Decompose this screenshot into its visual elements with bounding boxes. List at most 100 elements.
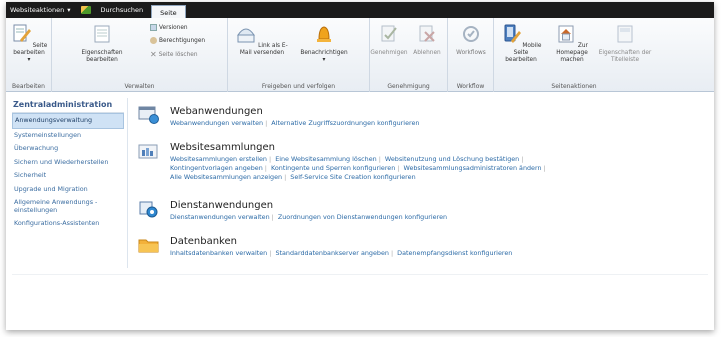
link-manage-service-applications[interactable]: Dienstanwendungen verwalten	[170, 213, 270, 221]
link-delete-site-collection[interactable]: Eine Websitesammlung löschen	[275, 155, 377, 163]
link-configure-quotas-locks[interactable]: Kontingente und Sperren konfigurieren	[271, 164, 395, 172]
separator: |	[265, 119, 268, 127]
title-bar-properties-label: Eigenschaften der Titelleiste	[598, 50, 652, 63]
properties-label: Eigenschaften bearbeiten	[81, 50, 123, 63]
versions-button[interactable]: Versionen	[150, 24, 188, 31]
sidebar-heading[interactable]: Zentraladministration	[12, 98, 124, 113]
section-title: Dienstanwendungen	[170, 200, 274, 211]
separator: |	[390, 249, 394, 257]
link-specify-default-db-server[interactable]: Standarddatenbankserver angeben	[275, 249, 389, 257]
reject-button[interactable]: Ablehnen	[408, 23, 446, 57]
sidebar-item-system-settings[interactable]: Systemeinstellungen	[12, 129, 124, 143]
workflows-button[interactable]: Workflows	[449, 23, 493, 57]
browser-page: Websiteaktionen ▾ Durchsuchen Seite Seit…	[6, 2, 714, 330]
link-manage-content-databases[interactable]: Inhaltsdatenbanken verwalten	[170, 249, 267, 257]
mobile-page-button[interactable]: Mobile Seite bearbeiten	[498, 23, 544, 64]
versions-icon	[150, 24, 157, 31]
separator: |	[271, 213, 274, 221]
service-application-icon	[139, 201, 158, 218]
tab-browse[interactable]: Durchsuchen	[95, 6, 152, 18]
section-title: Websitesammlungen	[170, 142, 275, 153]
group-manage: Eigenschaften bearbeiten Versionen Berec…	[52, 18, 228, 92]
tab-page[interactable]: Seite	[151, 5, 186, 18]
email-link-button[interactable]: Link als E-Mail versenden	[232, 23, 292, 57]
web-application-icon	[138, 106, 159, 124]
ribbon: Seite bearbeiten ▾ Bearbeiten Eigenschaf…	[6, 18, 714, 92]
separator: |	[269, 249, 272, 257]
group-approval: Genehmigen Ablehnen Genehmigung	[370, 18, 448, 92]
mobile-page-label: Mobile Seite bearbeiten	[505, 43, 542, 63]
link-configure-data-retrieval[interactable]: Datenempfangsdienst konfigurieren	[397, 249, 512, 257]
alerts-button[interactable]: Benachrichtigen ▾	[294, 23, 354, 64]
quick-launch: Zentraladministration Anwendungsverwaltu…	[12, 98, 128, 268]
section-links: Dienstanwendungen verwalten | Zuordnungen…	[170, 213, 690, 222]
section-title: Datenbanken	[170, 236, 237, 247]
navigate-up-icon[interactable]	[80, 6, 91, 14]
link-specify-quota-templates[interactable]: Kontingentvorlagen angeben	[170, 164, 263, 172]
group-workflow: Workflows Workflow	[448, 18, 494, 92]
home-icon	[558, 25, 574, 43]
sidebar-item-application-management[interactable]: Anwendungsverwaltung	[12, 113, 124, 129]
link-configure-service-associations[interactable]: Zuordnungen von Dienstanwendungen konfig…	[278, 213, 447, 221]
link-change-site-admins[interactable]: Websitesammlungsadministratoren ändern	[404, 164, 542, 172]
properties-icon	[94, 25, 110, 43]
mobile-page-icon	[504, 24, 521, 43]
versions-label: Versionen	[159, 24, 188, 31]
group-page-actions: Mobile Seite bearbeiten Zur Homepage mac…	[494, 18, 714, 92]
close-icon: ✕	[150, 50, 157, 59]
link-configure-self-service[interactable]: Self-Service Site Creation konfigurieren	[290, 173, 415, 181]
approve-label: Genehmigen	[370, 50, 408, 56]
workflows-label: Workflows	[456, 50, 486, 56]
link-manage-web-applications[interactable]: Webanwendungen verwalten	[170, 119, 263, 127]
site-collection-icon	[138, 144, 158, 159]
delete-page-button[interactable]: ✕ Seite löschen	[150, 50, 198, 59]
title-bar-properties-button[interactable]: Eigenschaften der Titelleiste	[598, 23, 652, 64]
alert-bell-icon	[317, 26, 331, 42]
separator: |	[543, 164, 546, 172]
section-links: Inhaltsdatenbanken verwalten | Standardda…	[170, 249, 690, 258]
link-alternate-access-mappings[interactable]: Alternative Zugriffszuordnungen konfigur…	[271, 119, 419, 127]
reject-label: Ablehnen	[413, 50, 441, 56]
separator: |	[397, 164, 400, 172]
sidebar-item-security[interactable]: Sicherheit	[12, 169, 124, 183]
permissions-icon	[150, 37, 157, 44]
make-homepage-label: Zur Homepage machen	[556, 43, 588, 63]
sidebar-item-upgrade-migration[interactable]: Upgrade und Migration	[12, 183, 124, 197]
separator: |	[378, 155, 381, 163]
separator: |	[521, 155, 524, 163]
group-share: Link als E-Mail versenden Benachrichtige…	[228, 18, 370, 92]
properties-button[interactable]: Eigenschaften bearbeiten	[80, 23, 124, 64]
title-bar-icon	[617, 25, 633, 43]
link-confirm-site-use[interactable]: Websitenutzung und Löschung bestätigen	[385, 155, 519, 163]
section-links: Websitesammlungen erstellen | Eine Websit…	[170, 155, 690, 182]
link-view-all-site-collections[interactable]: Alle Websitesammlungen anzeigen	[170, 173, 282, 181]
group-manage-label: Verwalten	[124, 83, 155, 90]
group-approval-label: Genehmigung	[387, 83, 430, 90]
sidebar-item-general-settings[interactable]: Allgemeine Anwendungs -einstellungen	[12, 196, 124, 217]
approve-button[interactable]: Genehmigen	[370, 23, 408, 57]
permissions-label: Berechtigungen	[159, 37, 206, 44]
content-divider	[12, 274, 708, 275]
section-title: Webanwendungen	[170, 106, 263, 117]
group-edit-label: Bearbeiten	[12, 83, 45, 90]
separator: |	[284, 173, 287, 181]
separator: |	[264, 164, 267, 172]
section-links: Webanwendungen verwalten | Alternative Zu…	[170, 119, 690, 128]
chevron-down-icon: ▾	[322, 57, 326, 63]
sidebar-item-backup-restore[interactable]: Sichern und Wiederherstellen	[12, 156, 124, 170]
sidebar-divider	[127, 98, 128, 268]
sidebar-item-configuration-wizards[interactable]: Konfigurations-Assistenten	[12, 217, 124, 231]
edit-page-icon	[13, 24, 31, 42]
site-actions-menu[interactable]: Websiteaktionen ▾	[8, 6, 75, 18]
permissions-button[interactable]: Berechtigungen	[150, 37, 205, 44]
link-create-site-collections[interactable]: Websitesammlungen erstellen	[170, 155, 267, 163]
make-homepage-button[interactable]: Zur Homepage machen	[548, 23, 596, 64]
alerts-label: Benachrichtigen	[300, 50, 348, 56]
approve-icon	[381, 25, 397, 42]
workflow-icon	[463, 26, 479, 42]
chevron-down-icon: ▾	[67, 6, 71, 14]
edit-page-button[interactable]: Seite bearbeiten ▾	[7, 23, 51, 64]
sidebar-item-monitoring[interactable]: Überwachung	[12, 142, 124, 156]
database-folder-icon	[138, 239, 159, 253]
group-page-actions-label: Seitenaktionen	[551, 83, 597, 90]
